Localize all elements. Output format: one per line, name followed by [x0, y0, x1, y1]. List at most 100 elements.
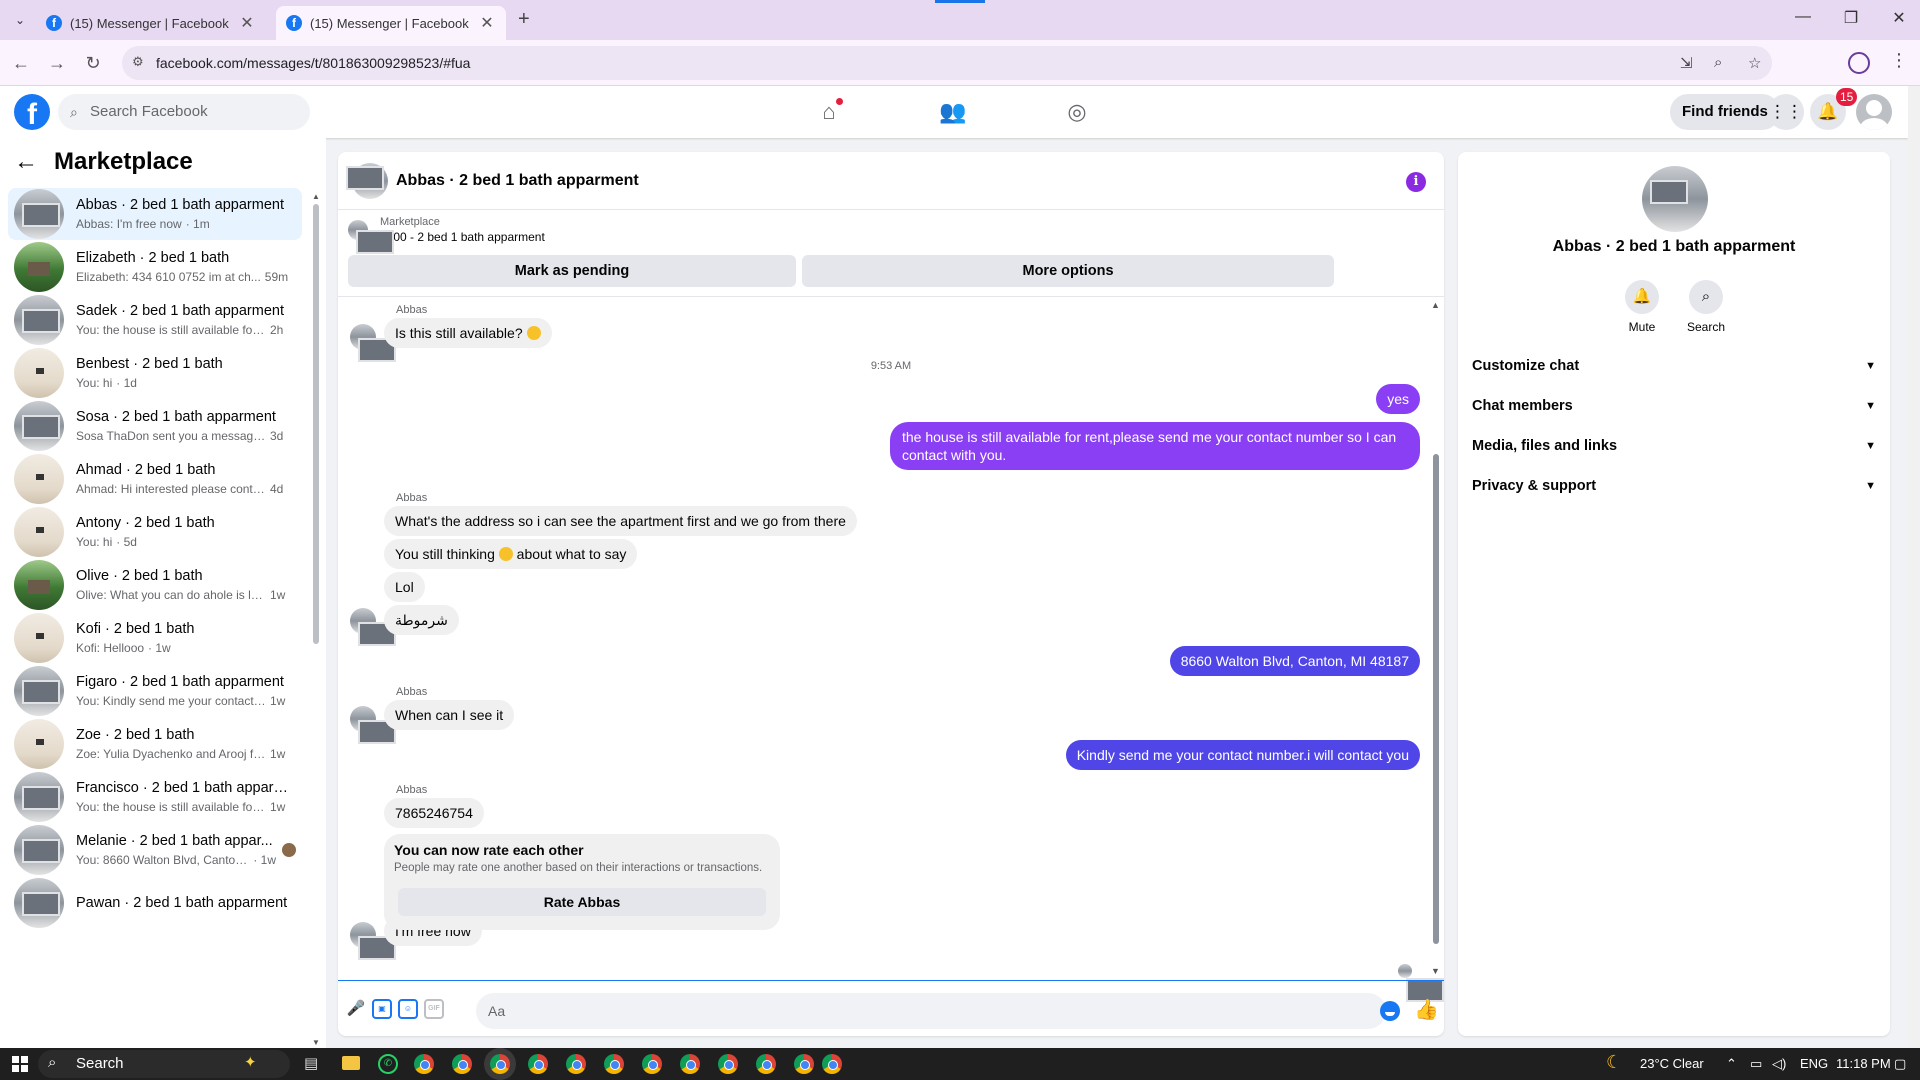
groups-icon[interactable]: ◎ — [1063, 98, 1091, 126]
conversation-item[interactable]: Elizabeth · 2 bed 1 bath Elizabeth: 434 6… — [8, 241, 302, 293]
section-chat-members[interactable]: Chat members ▼ — [1472, 390, 1876, 422]
message-bubble-incoming[interactable]: When can I see it — [384, 700, 515, 730]
back-arrow-icon[interactable]: ← — [14, 148, 38, 176]
windows-start-icon[interactable] — [12, 1056, 28, 1072]
minimize-button[interactable]: — — [1788, 8, 1818, 26]
listing-summary[interactable]: Marketplace $600 - 2 bed 1 bath apparmen… — [348, 216, 545, 244]
message-bubble-incoming[interactable]: You still thinking about what to say — [384, 539, 638, 569]
bookmark-star-icon[interactable]: ☆ — [1748, 54, 1761, 72]
address-bar[interactable]: ⚙ facebook.com/messages/t/80186300929852… — [122, 46, 1772, 80]
scroll-down-arrow-icon[interactable]: ▼ — [312, 1038, 320, 1047]
file-explorer-icon[interactable] — [342, 1056, 360, 1070]
forward-arrow-icon[interactable]: → — [46, 52, 68, 74]
emoji-icon[interactable] — [1380, 1001, 1400, 1021]
message-bubble-incoming[interactable]: What's the address so i can see the apar… — [384, 506, 857, 536]
facebook-search-input[interactable]: ⌕ Search Facebook — [58, 94, 310, 130]
chat-avatar[interactable] — [352, 162, 388, 199]
sidebar-scrollbar[interactable]: ▲ ▼ — [312, 188, 320, 1048]
message-bubble-outgoing[interactable]: yes — [1376, 384, 1420, 414]
chrome-icon[interactable] — [452, 1054, 472, 1074]
chrome-icon[interactable] — [822, 1054, 842, 1074]
mute-button[interactable]: 🔔 Mute — [1612, 280, 1672, 334]
scroll-up-arrow-icon[interactable]: ▲ — [312, 192, 320, 201]
chrome-icon[interactable] — [794, 1054, 814, 1074]
site-info-icon[interactable]: ⚙ — [132, 54, 150, 72]
more-options-button[interactable]: More options — [802, 255, 1334, 287]
conversation-item[interactable]: Abbas · 2 bed 1 bath apparment Abbas: I'm… — [8, 188, 302, 240]
scroll-up-arrow-icon[interactable]: ▲ — [1431, 300, 1440, 310]
sender-avatar[interactable] — [350, 324, 396, 362]
conversation-item[interactable]: Benbest · 2 bed 1 bath You: hi · 1d — [8, 347, 302, 399]
tab-close-icon[interactable]: ✕ — [238, 13, 256, 33]
browser-tab-1[interactable]: f (15) Messenger | Facebook ✕ — [36, 6, 266, 40]
browser-profile-icon[interactable] — [1848, 52, 1870, 74]
message-input[interactable]: Aa — [476, 993, 1386, 1029]
chrome-icon[interactable] — [718, 1054, 738, 1074]
chrome-icon[interactable] — [414, 1054, 434, 1074]
taskbar-search[interactable]: ⌕ Search ✦ — [38, 1050, 290, 1078]
maximize-button[interactable]: ❐ — [1836, 8, 1866, 28]
install-app-icon[interactable]: ⇲ — [1680, 54, 1693, 72]
volume-icon[interactable]: ◁) — [1772, 1056, 1786, 1072]
chrome-icon[interactable] — [528, 1054, 548, 1074]
chrome-icon[interactable] — [566, 1054, 586, 1074]
conversation-item[interactable]: Sosa · 2 bed 1 bath apparment Sosa ThaDon… — [8, 400, 302, 452]
close-window-button[interactable]: ✕ — [1884, 8, 1914, 28]
message-bubble-incoming[interactable]: Is this still available? — [384, 318, 552, 348]
account-avatar[interactable] — [1856, 94, 1892, 130]
friends-icon[interactable]: 👥 — [939, 98, 967, 126]
message-bubble-incoming[interactable]: Lol — [384, 572, 425, 602]
clock[interactable]: 11:18 PM — [1836, 1056, 1891, 1071]
message-bubble-outgoing[interactable]: Kindly send me your contact number.i wil… — [1065, 740, 1420, 770]
chrome-icon[interactable] — [756, 1054, 776, 1074]
task-view-icon[interactable]: ▤ — [304, 1054, 318, 1072]
profile-avatar[interactable] — [1642, 166, 1708, 232]
info-icon[interactable]: i — [1406, 172, 1426, 192]
conversation-item[interactable]: Ahmad · 2 bed 1 bath Ahmad: Hi interested… — [8, 453, 302, 505]
chat-title[interactable]: Abbas · 2 bed 1 bath apparment — [396, 172, 639, 190]
conversation-item[interactable]: Kofi · 2 bed 1 bath Kofi: Hellooo · 1w — [8, 612, 302, 664]
rate-user-button[interactable]: Rate Abbas — [398, 888, 766, 916]
conversation-item[interactable]: Zoe · 2 bed 1 bath Zoe: Yulia Dyachenko a… — [8, 718, 302, 770]
page-scrollbar[interactable] — [1908, 86, 1920, 1048]
back-arrow-icon[interactable]: ← — [10, 52, 32, 74]
tab-search-chevron-icon[interactable]: ⌄ — [10, 10, 30, 30]
tab-close-icon[interactable]: ✕ — [478, 13, 496, 33]
menu-grid-icon[interactable]: ⋮⋮ — [1768, 94, 1804, 130]
sender-avatar[interactable] — [350, 608, 396, 646]
conversation-item[interactable]: Francisco · 2 bed 1 bath apparm... You: t… — [8, 771, 302, 823]
notification-center-icon[interactable]: ▢ — [1894, 1056, 1906, 1072]
new-tab-button[interactable]: + — [518, 8, 530, 31]
conversation-item[interactable]: Sadek · 2 bed 1 bath apparment You: the h… — [8, 294, 302, 346]
language-indicator[interactable]: ENG — [1800, 1056, 1828, 1071]
conversation-item[interactable]: Figaro · 2 bed 1 bath apparment You: Kind… — [8, 665, 302, 717]
section-customize-chat[interactable]: Customize chat ▼ — [1472, 350, 1876, 382]
scroll-down-arrow-icon[interactable]: ▼ — [1431, 966, 1440, 976]
reload-icon[interactable]: ↻ — [82, 52, 104, 74]
chat-scrollbar[interactable]: ▲ ▼ — [1430, 298, 1442, 978]
sender-avatar[interactable] — [350, 922, 396, 960]
photo-icon[interactable]: ▣ — [372, 999, 392, 1019]
find-friends-button[interactable]: Find friends — [1670, 94, 1780, 130]
search-conversation-button[interactable]: ⌕ Search — [1676, 280, 1736, 334]
whatsapp-icon[interactable]: ✆ — [378, 1054, 398, 1074]
message-bubble-outgoing[interactable]: 8660 Walton Blvd, Canton, MI 48187 — [1169, 646, 1420, 676]
message-bubble-outgoing[interactable]: the house is still available for rent,pl… — [890, 422, 1420, 470]
thumbs-up-icon[interactable]: 👍 — [1414, 997, 1439, 1022]
microphone-icon[interactable]: 🎤 — [346, 999, 366, 1019]
section-privacy-support[interactable]: Privacy & support ▼ — [1472, 470, 1876, 502]
browser-tab-2-active[interactable]: f (15) Messenger | Facebook ✕ — [276, 6, 506, 40]
chrome-icon[interactable] — [490, 1054, 510, 1074]
facebook-logo[interactable]: f — [14, 94, 50, 131]
chrome-icon[interactable] — [642, 1054, 662, 1074]
section-media-files-links[interactable]: Media, files and links ▼ — [1472, 430, 1876, 462]
chrome-icon[interactable] — [604, 1054, 624, 1074]
conversation-item[interactable]: Melanie · 2 bed 1 bath appar... You: 8660… — [8, 824, 302, 876]
tray-chevron-icon[interactable]: ⌃ — [1726, 1056, 1737, 1072]
network-icon[interactable]: ▭ — [1750, 1056, 1762, 1072]
chat-scroll-thumb[interactable] — [1433, 454, 1439, 944]
sender-avatar[interactable] — [350, 706, 396, 744]
mark-as-pending-button[interactable]: Mark as pending — [348, 255, 796, 287]
conversation-item[interactable]: Pawan · 2 bed 1 bath apparment — [8, 877, 302, 929]
message-bubble-incoming[interactable]: شرموطة — [384, 605, 459, 635]
